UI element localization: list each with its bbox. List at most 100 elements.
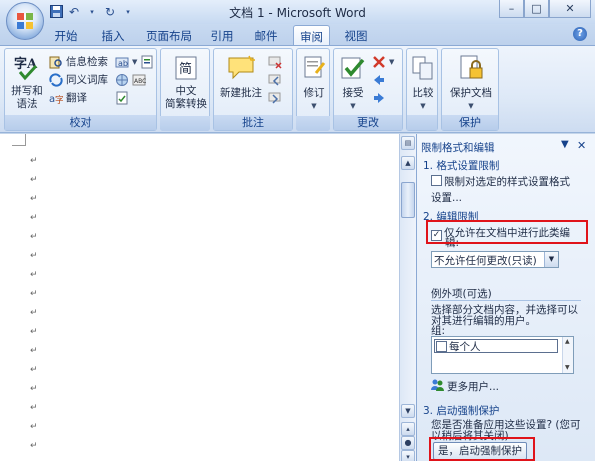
chinese-conversion-label-2: 简繁转换 [165, 98, 207, 110]
format-restriction-checkbox[interactable] [431, 175, 442, 186]
accept-button[interactable]: 接受 ▼ [335, 51, 371, 113]
group-comments: 新建批注 批注 [213, 48, 293, 131]
chinese-conversion-button[interactable]: 简 中文 简繁转换 [162, 51, 210, 111]
previous-change-button[interactable] [372, 71, 386, 88]
spelling-label-2: 语法 [16, 98, 38, 110]
editing-type-select[interactable]: 不允许任何更改(只读) ▼ [431, 251, 559, 268]
next-comment-button[interactable] [268, 89, 282, 106]
ribbon-tabs: 开始 插入 页面布局 引用 邮件 审阅 视图 ? [0, 24, 595, 46]
track-changes-button[interactable]: 修订 ▼ [298, 51, 330, 113]
compare-button[interactable]: 比较 ▼ [408, 51, 438, 113]
minimize-button[interactable]: – [499, 0, 524, 18]
paragraph-mark: ↵ [30, 308, 38, 318]
scroll-up-arrow[interactable]: ▲ [401, 156, 415, 170]
paragraph-mark: ↵ [30, 403, 38, 413]
reject-dropdown-icon: ▼ [389, 57, 395, 66]
pane-menu-icon[interactable]: ▼ [561, 139, 569, 150]
tab-page-layout[interactable]: 页面布局 [140, 25, 198, 45]
help-icon[interactable]: ? [573, 27, 587, 41]
format-settings-link[interactable]: 设置... [431, 192, 462, 204]
next-page-icon[interactable]: ▾ [401, 450, 415, 461]
language-button[interactable]: ab ▼ [115, 53, 154, 70]
spelling-grammar-button[interactable]: 字A 拼写和 语法 [7, 51, 47, 111]
scroll-down-arrow[interactable]: ▼ [401, 404, 415, 418]
tab-insert[interactable]: 插入 [95, 25, 131, 45]
thesaurus-button[interactable]: 同义词库 [49, 71, 108, 88]
chinese-conversion-icon: 简 [171, 53, 201, 83]
paragraph-mark: ↵ [30, 441, 38, 451]
protect-document-button[interactable]: 保护文档 ▼ [444, 51, 498, 113]
group-changes-label: 更改 [334, 115, 402, 130]
paragraph-mark: ↵ [30, 232, 38, 242]
research-button[interactable]: 信息检索 [49, 53, 108, 70]
group-protect: 保护文档 ▼ 保护 [441, 48, 499, 131]
delete-comment-button[interactable] [268, 53, 282, 70]
pane-close-icon[interactable]: ✕ [577, 139, 586, 152]
svg-text:字: 字 [55, 94, 63, 105]
group-comments-label: 批注 [214, 115, 292, 130]
tab-references[interactable]: 引用 [204, 25, 240, 45]
previous-comment-button[interactable] [268, 71, 282, 88]
group-everyone-checkbox[interactable] [436, 340, 447, 352]
document-canvas[interactable]: ↵↵↵↵↵↵↵↵↵↵↵↵↵↵↵↵↵ [0, 134, 399, 461]
close-button[interactable]: ✕ [549, 0, 591, 18]
group-compare: 比较 ▼ [406, 48, 438, 131]
highlight-enforce-button [429, 437, 535, 461]
svg-text:ab: ab [118, 59, 128, 68]
browse-object-icon[interactable]: ● [401, 436, 415, 450]
format-restriction-option[interactable]: 限制对选定的样式设置格式 [431, 175, 570, 188]
group-everyone-item[interactable]: 每个人 [434, 339, 558, 353]
track-changes-dropdown-icon: ▼ [311, 102, 317, 110]
vertical-scrollbar[interactable]: ▤ ▲ ▼ ▴ ● ▾ [399, 134, 416, 461]
svg-text:简: 简 [179, 61, 192, 77]
group-everyone-label: 每个人 [449, 340, 481, 353]
previous-page-icon[interactable]: ▴ [401, 422, 415, 436]
thesaurus-icon [49, 72, 63, 87]
users-icon [431, 378, 444, 394]
section-format-heading: 1. 格式设置限制 [423, 160, 500, 172]
block-text-button[interactable] [115, 89, 129, 106]
document-check-icon [115, 91, 129, 105]
next-comment-icon [268, 91, 282, 105]
next-change-button[interactable] [372, 89, 386, 106]
format-restriction-label-1: 限制对选定的样式设置格式 [444, 176, 570, 188]
tab-view[interactable]: 视图 [338, 25, 374, 45]
accept-icon [338, 53, 368, 83]
tab-mailings[interactable]: 邮件 [248, 25, 284, 45]
office-logo-icon [17, 13, 33, 29]
paragraph-mark: ↵ [30, 384, 38, 394]
exceptions-heading: 例外项(可选) [431, 288, 492, 300]
office-button[interactable] [6, 2, 44, 40]
tab-home[interactable]: 开始 [48, 25, 84, 45]
lock-document-icon [456, 53, 486, 83]
groups-scroll-up-icon[interactable]: ▲ [565, 338, 570, 345]
groups-scrollbar[interactable]: ▲ ▼ [562, 337, 573, 373]
tab-review[interactable]: 审阅 [293, 25, 330, 46]
set-language-button[interactable]: ABC [115, 71, 146, 88]
paragraph-mark: ↵ [30, 289, 38, 299]
group-changes: 接受 ▼ ▼ 更改 [333, 48, 403, 131]
new-comment-icon [226, 53, 256, 83]
reject-button[interactable]: ▼ [372, 53, 394, 70]
editing-type-dropdown-icon[interactable]: ▼ [544, 252, 558, 267]
language-icon: ab [115, 55, 129, 69]
translate-icon: a字 [49, 91, 63, 105]
scroll-thumb[interactable] [401, 182, 415, 218]
next-change-icon [372, 91, 386, 105]
translate-label: 翻译 [66, 92, 87, 104]
more-users-link[interactable]: 更多用户... [431, 378, 499, 394]
ruler-toggle-icon[interactable]: ▤ [401, 136, 415, 150]
translate-button[interactable]: a字 翻译 [49, 89, 87, 106]
group-chinese-label-bar [160, 116, 210, 131]
more-users-label: 更多用户... [447, 380, 500, 393]
language-dropdown-icon: ▼ [132, 57, 138, 66]
group-proofing: 字A 拼写和 语法 信息检索 同义词库 a字 翻译 ab ▼ ABC 校对 [4, 48, 157, 131]
groups-listbox[interactable]: 每个人 ▲ ▼ [431, 336, 574, 374]
maximize-button[interactable]: □ [524, 0, 549, 18]
new-comment-button[interactable]: 新建批注 [216, 51, 266, 100]
group-tracking-label-bar [296, 116, 330, 131]
paragraph-mark: ↵ [30, 270, 38, 280]
groups-scroll-down-icon[interactable]: ▼ [565, 364, 570, 371]
paragraph-mark: ↵ [30, 346, 38, 356]
editing-type-value: 不允许任何更改(只读) [434, 255, 537, 267]
